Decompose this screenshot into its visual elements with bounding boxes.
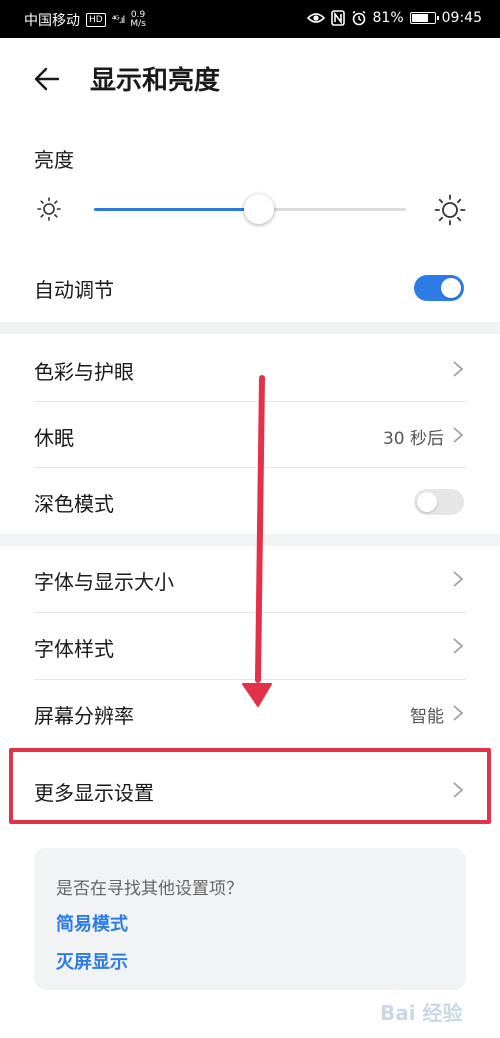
network-speed: 0.9 M/s — [130, 11, 146, 29]
color-eye-label: 色彩与护眼 — [34, 360, 134, 384]
page-title: 显示和亮度 — [90, 66, 221, 96]
chevron-right-icon — [453, 638, 464, 654]
status-bar: 中国移动 HD ⁴ᴳ.ıl 0.9 M/s 81% 09:45 — [0, 0, 500, 38]
font-display-size-row[interactable]: 字体与显示大小 — [0, 546, 500, 612]
signal-icon: ⁴ᴳ.ıl — [111, 14, 126, 26]
brightness-low-icon — [37, 197, 61, 221]
font-style-label: 字体样式 — [34, 637, 114, 661]
hd-icon: HD — [86, 13, 106, 27]
watermark-text: Bai 经验 — [380, 1001, 463, 1025]
sleep-value: 30 秒后 — [382, 429, 444, 449]
app-toolbar: 显示和亮度 — [0, 38, 500, 122]
color-eye-row[interactable]: 色彩与护眼 — [0, 336, 500, 402]
eye-comfort-icon — [306, 13, 325, 23]
toggle-knob — [441, 278, 461, 298]
chevron-right-icon — [453, 705, 464, 721]
dark-mode-label: 深色模式 — [34, 492, 114, 516]
screen-resolution-row[interactable]: 屏幕分辨率 智能 — [0, 680, 500, 746]
chevron-right-icon — [453, 571, 464, 587]
battery-percent: 81% — [372, 10, 404, 26]
nfc-icon — [330, 10, 345, 26]
section-separator — [0, 534, 500, 546]
carrier-name: 中国移动 — [24, 13, 80, 29]
font-style-row[interactable]: 字体样式 — [0, 613, 500, 679]
font-display-size-label: 字体与显示大小 — [34, 570, 174, 594]
dark-mode-toggle[interactable] — [414, 489, 464, 515]
network-speed-unit: M/s — [130, 19, 146, 29]
brightness-slider-row — [0, 188, 500, 232]
clock: 09:45 — [441, 10, 482, 26]
back-arrow-icon[interactable] — [32, 64, 62, 94]
status-right: 81% 09:45 — [306, 10, 482, 26]
brightness-high-icon — [434, 194, 466, 226]
brightness-slider-fill — [94, 208, 260, 211]
watermark-logo: Bai 经验 — [376, 994, 486, 1034]
toggle-knob — [417, 492, 437, 512]
battery-fill — [411, 14, 428, 22]
battery-icon — [409, 12, 439, 24]
chevron-right-icon — [453, 427, 464, 443]
auto-adjust-row[interactable]: 自动调节 — [0, 254, 500, 320]
simple-mode-link[interactable]: 简易模式 — [56, 910, 128, 936]
dark-mode-row[interactable]: 深色模式 — [0, 468, 500, 534]
screen-resolution-label: 屏幕分辨率 — [34, 704, 134, 728]
always-on-display-link[interactable]: 灭屏显示 — [56, 948, 128, 974]
brightness-label: 亮度 — [34, 148, 74, 172]
sleep-label: 休眠 — [34, 426, 74, 450]
status-left: 中国移动 HD ⁴ᴳ.ıl 0.9 M/s — [24, 10, 146, 30]
chevron-right-icon — [453, 361, 464, 377]
sleep-row[interactable]: 休眠 30 秒后 — [0, 402, 500, 468]
auto-adjust-toggle[interactable] — [414, 275, 464, 301]
suggestion-question: 是否在寻找其他设置项？ — [56, 879, 243, 899]
brightness-slider-thumb[interactable] — [244, 194, 275, 224]
annotation-highlight-box — [9, 748, 491, 824]
section-separator — [0, 322, 500, 334]
suggestion-card: 是否在寻找其他设置项？ 简易模式 灭屏显示 — [34, 848, 466, 990]
paw-icon: Bai 经验 — [380, 1001, 463, 1025]
auto-adjust-label: 自动调节 — [34, 278, 114, 302]
alarm-icon — [352, 10, 365, 26]
screen-resolution-value: 智能 — [410, 707, 444, 727]
